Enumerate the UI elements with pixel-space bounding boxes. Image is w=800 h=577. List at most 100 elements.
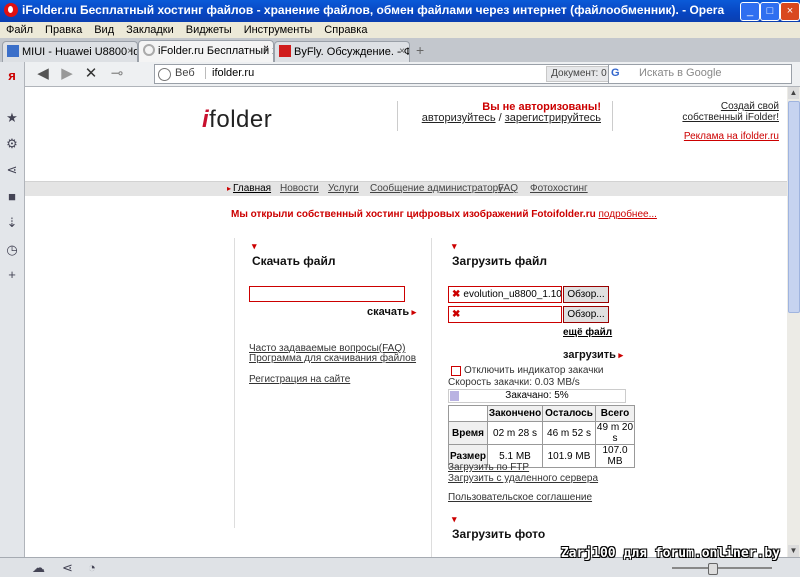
- header-divider: [612, 101, 613, 131]
- share-icon[interactable]: ⋖: [62, 560, 73, 576]
- advertising-link[interactable]: Реклама на ifolder.ru: [665, 131, 779, 142]
- tab-ifolder[interactable]: iFolder.ru Бесплатный х... ×: [138, 40, 274, 63]
- upload-title: Загрузить файл: [452, 241, 547, 268]
- ftp-upload-link[interactable]: Загрузить по FTP: [448, 462, 529, 473]
- disable-indicator-checkbox[interactable]: [451, 366, 461, 376]
- menu-edit[interactable]: Правка: [39, 22, 88, 38]
- promo-banner: Мы открыли собственный хостинг цифровых …: [231, 209, 657, 220]
- table-header: Всего: [595, 405, 635, 422]
- minimize-button[interactable]: _: [740, 2, 760, 21]
- nav-home[interactable]: Главная: [227, 183, 271, 194]
- tab-label: ByFly. Обсуждение. - Ф...: [294, 46, 410, 58]
- yandex-icon[interactable]: я: [4, 68, 20, 84]
- scroll-up-icon[interactable]: ▲: [788, 87, 799, 99]
- menu-help[interactable]: Справка: [318, 22, 373, 38]
- promo-more-link[interactable]: подробнее...: [598, 209, 656, 220]
- create-own-link[interactable]: Создай свой собственный iFolder!: [665, 101, 779, 123]
- tab-close-icon[interactable]: ×: [127, 42, 133, 62]
- column-divider: [431, 238, 432, 557]
- download-program-link[interactable]: Программа для скачивания файлов: [249, 353, 416, 364]
- browse-button-2[interactable]: Обзор...: [563, 306, 609, 323]
- nav-photohosting[interactable]: Фотохостинг: [530, 183, 588, 194]
- auth-links: авторизуйтесь / зарегистрируйтесь: [421, 112, 601, 124]
- table-cell: Время: [448, 421, 488, 445]
- google-icon[interactable]: G: [611, 67, 633, 81]
- menu-bookmarks[interactable]: Закладки: [120, 22, 180, 38]
- wand-key-icon[interactable]: ⊸: [108, 65, 126, 83]
- remove-file-icon[interactable]: ✖: [452, 309, 460, 320]
- notes-icon[interactable]: ■: [4, 189, 20, 205]
- close-window-button[interactable]: ×: [780, 2, 800, 21]
- title-bar: iFolder.ru Бесплатный хостинг файлов - х…: [0, 0, 800, 22]
- login-link[interactable]: авторизуйтесь: [422, 112, 496, 124]
- ifolder-logo[interactable]: ifolder: [202, 106, 272, 134]
- upload-progress-bar: Закачано: 5%: [448, 389, 626, 403]
- table-cell: 101.9 MB: [542, 444, 596, 468]
- download-title: Скачать файл: [252, 241, 335, 268]
- tab-label: MIUI - Huawei U8800 Id...: [22, 46, 138, 58]
- upload-button[interactable]: загрузить: [563, 349, 623, 361]
- address-bar[interactable]: Веб ifolder.ru Документ: 0 Б: [154, 64, 624, 84]
- opera-logo-icon: [4, 3, 18, 17]
- menu-widgets[interactable]: Виджеты: [180, 22, 238, 38]
- back-icon[interactable]: ◀: [34, 65, 52, 83]
- nav-message-admin[interactable]: Сообщение администратору: [370, 183, 503, 194]
- tab-byfly[interactable]: ByFly. Обсуждение. - Ф... ×: [274, 41, 410, 62]
- new-tab-button[interactable]: +: [416, 42, 424, 58]
- table-row: Закончено Осталось Всего: [448, 405, 635, 422]
- header-divider: [397, 101, 398, 131]
- zoom-slider[interactable]: [672, 563, 772, 575]
- address-web-label: Веб: [175, 67, 195, 79]
- speed-dial-icon[interactable]: ◔: [88, 560, 96, 575]
- tab-miui[interactable]: MIUI - Huawei U8800 Id... ×: [2, 41, 138, 62]
- tab-close-icon[interactable]: ×: [399, 42, 405, 62]
- maximize-button[interactable]: □: [760, 2, 780, 21]
- upload-stats-table: Закончено Осталось Всего Время 02 m 28 s…: [448, 405, 635, 468]
- tab-label: iFolder.ru Бесплатный х...: [158, 45, 273, 57]
- scroll-thumb[interactable]: [788, 101, 800, 313]
- table-cell: 107.0 MB: [595, 444, 635, 468]
- nav-faq[interactable]: FAQ: [498, 183, 518, 194]
- bookmarks-icon[interactable]: ★: [4, 110, 20, 126]
- tab-bar: MIUI - Huawei U8800 Id... × iFolder.ru Б…: [0, 38, 800, 63]
- upload-photo-title: Загрузить фото: [452, 514, 545, 541]
- scroll-down-icon[interactable]: ▼: [788, 545, 799, 557]
- nav-news[interactable]: Новости: [280, 183, 319, 194]
- share-icon[interactable]: ⋖: [4, 162, 20, 178]
- remote-upload-link[interactable]: Загрузить с удаленного сервера: [448, 473, 598, 484]
- window-title: iFolder.ru Бесплатный хостинг файлов - х…: [22, 3, 725, 17]
- remove-file-icon[interactable]: ✖: [452, 289, 460, 300]
- site-nav: Главная Новости Услуги Сообщение админис…: [25, 181, 787, 196]
- menu-tools[interactable]: Инструменты: [238, 22, 319, 38]
- file-input-2[interactable]: ✖: [448, 306, 562, 323]
- column-divider: [234, 238, 235, 528]
- site-register-link[interactable]: Регистрация на сайте: [249, 374, 350, 385]
- opera-unite-icon[interactable]: ☁: [32, 560, 45, 576]
- download-button[interactable]: скачать: [367, 306, 416, 318]
- page-scrollbar[interactable]: ▲ ▼: [787, 87, 800, 557]
- table-cell: 46 m 52 s: [542, 421, 596, 445]
- settings-icon[interactable]: ⚙: [4, 136, 20, 152]
- forward-icon[interactable]: ▶: [58, 65, 76, 83]
- tab-close-icon[interactable]: ×: [263, 41, 269, 61]
- history-icon[interactable]: ◷: [4, 242, 20, 258]
- user-agreement-link[interactable]: Пользовательское соглашение: [448, 492, 592, 503]
- stop-icon[interactable]: ✕: [82, 65, 100, 83]
- watermark-text: Zarj100 для forum.onliner.by: [560, 546, 780, 561]
- menu-file[interactable]: Файл: [0, 22, 39, 38]
- add-panel-icon[interactable]: +: [4, 267, 20, 283]
- upload-speed: Скорость закачки: 0.03 MB/s: [448, 377, 580, 388]
- zoom-slider-knob[interactable]: [708, 563, 718, 575]
- address-url[interactable]: ifolder.ru: [205, 67, 254, 79]
- miui-icon: [7, 45, 19, 57]
- more-file-link[interactable]: ещё файл: [563, 327, 612, 338]
- browse-button-1[interactable]: Обзор...: [563, 286, 609, 303]
- search-field[interactable]: G Искать в Google: [608, 64, 792, 84]
- menu-view[interactable]: Вид: [88, 22, 120, 38]
- table-cell: 02 m 28 s: [487, 421, 543, 445]
- downloads-icon[interactable]: ⇣: [4, 215, 20, 231]
- download-code-input[interactable]: [249, 286, 405, 302]
- register-link[interactable]: зарегистрируйтесь: [505, 112, 601, 124]
- nav-services[interactable]: Услуги: [328, 183, 359, 194]
- file-input-1[interactable]: ✖evolution_u8800_1.10.7_: [448, 286, 562, 303]
